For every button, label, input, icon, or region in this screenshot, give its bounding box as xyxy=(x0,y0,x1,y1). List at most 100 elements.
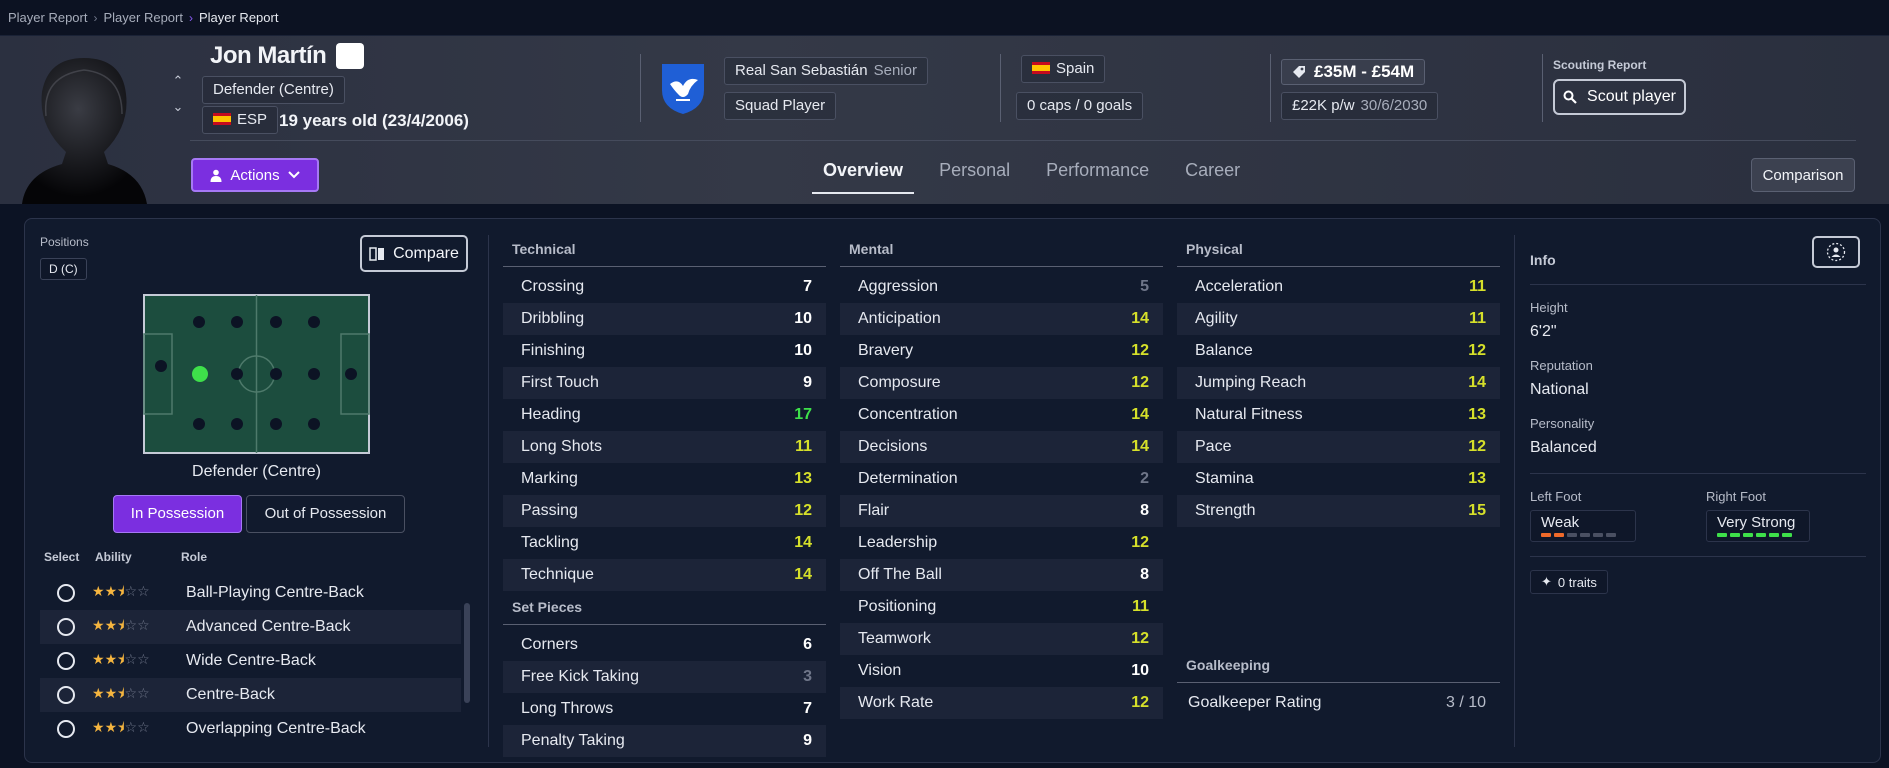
role-name: Wide Centre-Back xyxy=(186,652,316,669)
tab-career[interactable]: Career xyxy=(1174,152,1251,194)
ability-stars: ★★⯨☆☆ xyxy=(92,581,150,605)
info-divider xyxy=(1530,556,1866,557)
role-select-radio[interactable] xyxy=(57,652,75,670)
attribute-row: Jumping Reach 14 xyxy=(1177,367,1500,399)
tab-performance[interactable]: Performance xyxy=(1035,152,1160,194)
mental-header: Mental xyxy=(840,235,1163,267)
foot-level-segment xyxy=(1717,533,1727,537)
attribute-name: Pace xyxy=(1195,438,1232,455)
set-pieces-header: Set Pieces xyxy=(503,593,826,625)
right-foot-bar xyxy=(1717,533,1799,537)
role-name: Overlapping Centre-Back xyxy=(186,720,366,737)
list-item[interactable]: ★★⯨☆☆ Overlapping Centre-Back xyxy=(40,712,461,746)
traits-chip[interactable]: ✦ 0 traits xyxy=(1530,570,1608,594)
attribute-name: Finishing xyxy=(521,342,586,359)
ability-stars: ★★⯨☆☆ xyxy=(92,649,150,673)
player-badge-icon xyxy=(336,43,365,69)
chevron-down-icon xyxy=(287,171,300,179)
divider xyxy=(1270,54,1271,122)
attribute-value: 14 xyxy=(1131,406,1149,423)
role-select-radio[interactable] xyxy=(57,618,75,636)
attribute-name: Agility xyxy=(1195,310,1238,327)
star-full-icon: ★ xyxy=(104,685,118,701)
breadcrumb-item[interactable]: Player Report xyxy=(8,10,87,25)
attribute-value: 3 / 10 xyxy=(1445,694,1486,711)
compare-button[interactable]: Compare xyxy=(360,235,468,272)
star-full-icon: ★ xyxy=(104,617,118,633)
attribute-row: Heading 17 xyxy=(503,399,826,431)
star-empty-icon: ☆ xyxy=(137,617,150,633)
attribute-value: 12 xyxy=(1468,342,1486,359)
out-of-possession-button[interactable]: Out of Possession xyxy=(246,495,405,533)
breadcrumb-current: Player Report xyxy=(198,10,279,25)
star-empty-icon: ☆ xyxy=(137,719,150,735)
attribute-row: Technique 14 xyxy=(503,559,826,591)
attribute-name: Natural Fitness xyxy=(1195,406,1303,423)
attribute-name: Concentration xyxy=(858,406,958,423)
contract-end: 30/6/2030 xyxy=(1360,97,1428,114)
attribute-value: 14 xyxy=(1468,374,1486,391)
attribute-value: 13 xyxy=(1468,406,1486,423)
personality-icon-button[interactable] xyxy=(1812,236,1860,268)
roles-scrollbar[interactable] xyxy=(464,603,470,703)
breadcrumb-item[interactable]: Player Report xyxy=(103,10,182,25)
attribute-row: Dribbling 10 xyxy=(503,303,826,335)
nation-tag[interactable]: Spain xyxy=(1021,55,1106,83)
comparison-button[interactable]: Comparison xyxy=(1751,158,1855,192)
foot-level-segment xyxy=(1554,533,1564,537)
role-select-radio[interactable] xyxy=(57,720,75,738)
attribute-row: Bravery 12 xyxy=(840,335,1163,367)
chevron-down-icon[interactable]: ⌄ xyxy=(170,94,186,120)
attribute-row: Stamina 13 xyxy=(1177,463,1500,495)
star-half-icon: ⯨ xyxy=(117,719,125,735)
attribute-value: 12 xyxy=(1131,694,1149,711)
column-header-ability: Ability xyxy=(95,550,132,564)
attribute-name: Positioning xyxy=(858,598,937,615)
attribute-value: 14 xyxy=(1131,310,1149,327)
foot-level-segment xyxy=(1730,533,1740,537)
technical-header: Technical xyxy=(503,235,826,267)
star-full-icon: ★ xyxy=(92,719,105,735)
attribute-value: 14 xyxy=(794,566,812,583)
position-tag: Defender (Centre) xyxy=(202,76,345,104)
physical-header: Physical xyxy=(1177,235,1500,267)
wage-tag: £22K p/w 30/6/2030 xyxy=(1281,92,1439,120)
attribute-name: Off The Ball xyxy=(858,566,942,583)
attribute-row: Off The Ball 8 xyxy=(840,559,1163,591)
attribute-name: Technique xyxy=(521,566,594,583)
club-crest-icon[interactable] xyxy=(658,60,708,116)
attribute-row: Long Throws 7 xyxy=(503,693,826,725)
attribute-name: Tackling xyxy=(521,534,579,551)
club-tag[interactable]: Real San Sebastián Senior xyxy=(724,57,928,85)
attribute-row: Penalty Taking 9 xyxy=(503,725,826,757)
roles-list: ★★⯨☆☆ Ball-Playing Centre-Back ★★⯨☆☆ Advanc… xyxy=(40,576,461,746)
player-header: ⌃ ⌄ Jon Martín Defender (Centre) ESP 19 … xyxy=(0,36,1889,204)
scout-player-button[interactable]: Scout player xyxy=(1553,79,1686,115)
attribute-value: 14 xyxy=(1131,438,1149,455)
attribute-value: 14 xyxy=(794,534,812,551)
role-select-radio[interactable] xyxy=(57,686,75,704)
attribute-row: Free Kick Taking 3 xyxy=(503,661,826,693)
attribute-value: 8 xyxy=(1140,566,1149,583)
list-item[interactable]: ★★⯨☆☆ Advanced Centre-Back xyxy=(40,610,461,644)
attribute-name: Decisions xyxy=(858,438,928,455)
scout-player-label: Scout player xyxy=(1587,88,1676,105)
role-select-radio[interactable] xyxy=(57,584,75,602)
physical-attributes: Physical Acceleration 11 Agility 11 Balance 1… xyxy=(1177,235,1500,527)
list-item[interactable]: ★★⯨☆☆ Centre-Back xyxy=(40,678,461,712)
in-possession-button[interactable]: In Possession xyxy=(113,495,242,533)
mental-attributes: Mental Aggression 5 Anticipation 14 Bravery 1… xyxy=(840,235,1163,719)
left-foot-label: Left Foot xyxy=(1530,489,1582,504)
star-empty-icon: ☆ xyxy=(124,617,138,633)
list-item[interactable]: ★★⯨☆☆ Ball-Playing Centre-Back xyxy=(40,576,461,610)
nation-name: Spain xyxy=(1056,60,1095,77)
tab-overview[interactable]: Overview xyxy=(812,152,915,194)
list-item[interactable]: ★★⯨☆☆ Wide Centre-Back xyxy=(40,644,461,678)
tab-personal[interactable]: Personal xyxy=(928,152,1021,194)
divider xyxy=(1542,54,1543,122)
attribute-name: Leadership xyxy=(858,534,938,551)
actions-button[interactable]: Actions xyxy=(191,158,319,192)
chevron-up-icon[interactable]: ⌃ xyxy=(170,68,186,94)
star-empty-icon: ☆ xyxy=(137,685,150,701)
star-full-icon: ★ xyxy=(92,583,105,599)
